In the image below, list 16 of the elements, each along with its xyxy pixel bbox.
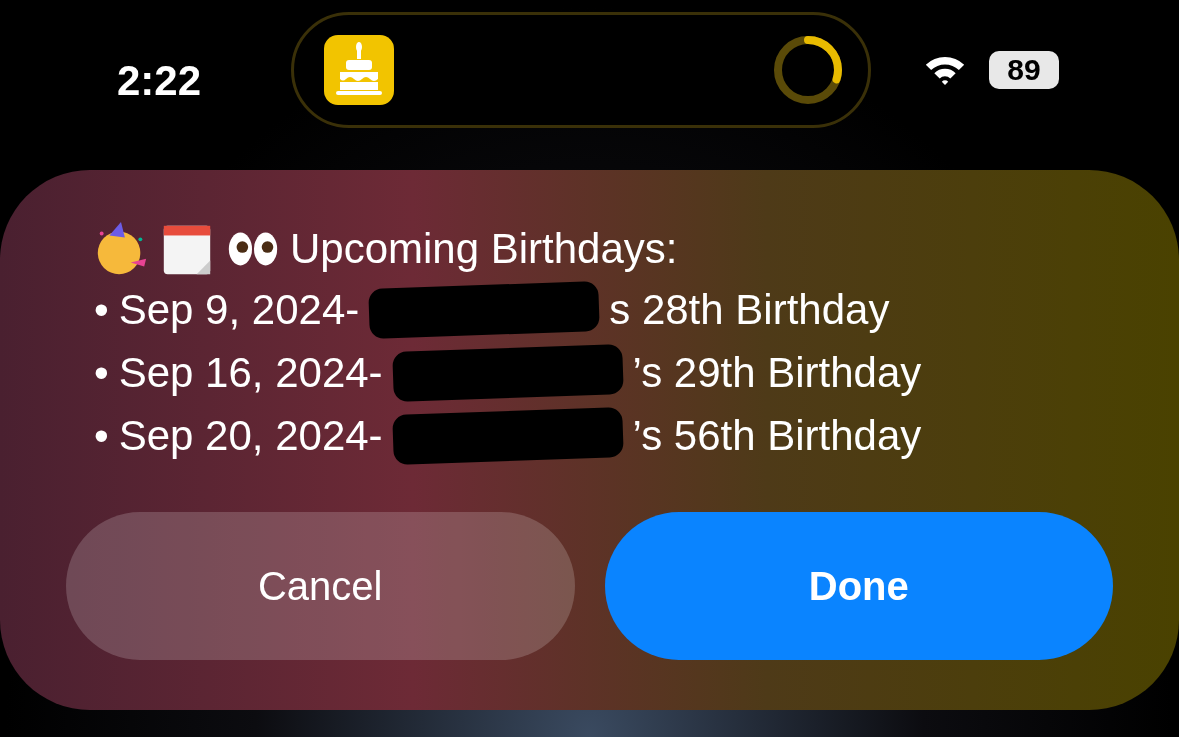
wifi-icon — [923, 54, 967, 86]
list-bullet: • — [94, 285, 109, 334]
cancel-button[interactable]: Cancel — [66, 512, 575, 660]
birthday-date: Sep 9, 2024- — [118, 285, 360, 334]
birthday-date: Sep 16, 2024- — [118, 348, 383, 397]
birthday-text: s 28th Birthday — [609, 285, 890, 334]
list-bullet: • — [94, 348, 109, 397]
cake-icon — [324, 35, 394, 105]
birthday-date: Sep 20, 2024- — [118, 411, 383, 460]
list-bullet: • — [94, 411, 109, 460]
battery-indicator: 89 — [989, 51, 1059, 89]
status-time: 2:22 — [117, 57, 203, 105]
done-button[interactable]: Done — [604, 512, 1113, 660]
alert-title: Upcoming Birthdays: — [290, 225, 678, 273]
birthday-text: ’s 56th Birthday — [632, 411, 922, 460]
birthday-text: ’s 29th Birthday — [632, 348, 922, 397]
